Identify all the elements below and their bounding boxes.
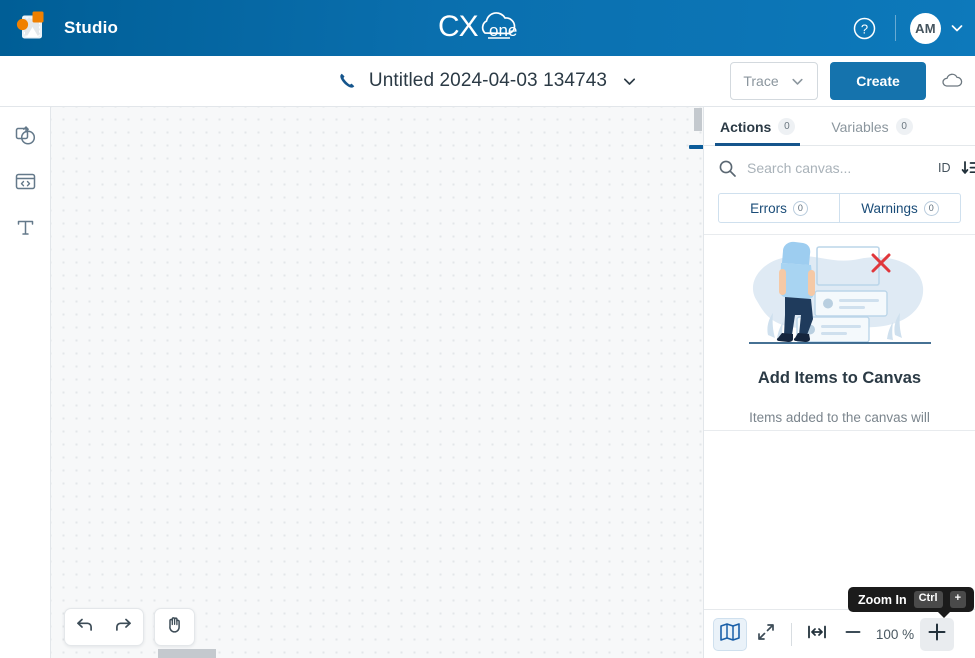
left-tool-rail: [0, 107, 51, 658]
text-t-icon: [14, 216, 37, 244]
panel-tabs: Actions 0 Variables 0: [704, 107, 975, 146]
zoom-divider: [791, 622, 792, 646]
app-header: Studio CX one ? AM: [0, 0, 975, 56]
page-title: Untitled 2024-04-03 134743: [368, 70, 608, 91]
zoom-toolbar: 100 % Zoom In Ctrl +: [704, 587, 975, 658]
fit-width-button[interactable]: [800, 618, 834, 651]
fit-width-icon: [806, 623, 828, 646]
right-side-panel: Actions 0 Variables 0 ID: [703, 107, 975, 658]
empty-state-description: Items added to the canvas will: [749, 410, 930, 425]
history-tool-card: [64, 608, 144, 646]
search-icon: [718, 159, 737, 178]
cloud-icon[interactable]: [940, 69, 964, 93]
tab-actions-label: Actions: [720, 118, 772, 135]
sort-descending-icon[interactable]: [961, 159, 975, 177]
chevron-down-icon[interactable]: [621, 73, 638, 90]
filter-warnings-button[interactable]: Warnings 0: [840, 193, 961, 223]
tooltip-key-plus: +: [949, 591, 966, 608]
hand-pan-icon: [164, 614, 185, 640]
minimap-button[interactable]: [713, 617, 747, 651]
filter-errors-label: Errors: [750, 200, 787, 216]
create-button[interactable]: Create: [830, 62, 926, 100]
empty-state-divider: [704, 430, 975, 431]
help-circle-icon[interactable]: ?: [847, 11, 881, 45]
minus-icon: [843, 622, 863, 647]
sort-field-label: ID: [938, 161, 951, 175]
tab-variables-label: Variables: [831, 118, 889, 135]
chevron-down-icon[interactable]: [949, 20, 965, 36]
empty-state: Add Items to Canvas Items added to the c…: [704, 234, 975, 431]
svg-text:CX: CX: [438, 10, 479, 43]
minimap-book-icon: [719, 622, 741, 647]
plus-icon: [926, 621, 948, 648]
tab-variables[interactable]: Variables 0: [826, 118, 917, 146]
filter-warnings-count: 0: [923, 200, 939, 216]
avatar[interactable]: AM: [910, 12, 941, 44]
person-empty-canvas-illustration: [735, 239, 945, 356]
undo-button[interactable]: [65, 609, 104, 645]
phone-icon: [337, 71, 357, 91]
zoom-in-button[interactable]: [920, 617, 954, 651]
canvas-vertical-scrollbar[interactable]: [694, 107, 703, 658]
undo-arrow-icon: [74, 614, 95, 640]
expand-arrows-icon: [756, 622, 776, 647]
app-name-label: Studio: [64, 18, 119, 37]
cxone-logo: CX one: [438, 8, 538, 49]
tooltip-arrow: [937, 611, 951, 618]
pan-button[interactable]: [155, 609, 194, 645]
header-center-group: CX one: [0, 0, 975, 56]
code-window-icon: [14, 170, 37, 198]
svg-text:one: one: [489, 21, 517, 40]
fullscreen-button[interactable]: [749, 618, 783, 651]
zoom-out-button[interactable]: [836, 618, 870, 651]
scrollbar-thumb[interactable]: [694, 108, 702, 131]
zoom-level-label: 100 %: [875, 626, 915, 642]
shapes-tool-button[interactable]: [8, 121, 42, 155]
search-input[interactable]: [747, 160, 928, 176]
search-row: ID: [704, 146, 975, 190]
filter-errors-count: 0: [792, 200, 808, 216]
filter-errors-button[interactable]: Errors 0: [718, 193, 840, 223]
tooltip-key-ctrl: Ctrl: [913, 591, 943, 608]
trace-label: Trace: [743, 73, 779, 89]
header-left-group: Studio: [0, 10, 118, 46]
header-right-group: ? AM: [847, 0, 965, 56]
chevron-down-icon: [790, 74, 805, 89]
trace-dropdown-button[interactable]: Trace: [730, 62, 818, 100]
text-tool-button[interactable]: [8, 213, 42, 247]
canvas-horizontal-scrollbar[interactable]: [158, 649, 216, 658]
redo-arrow-icon: [113, 614, 134, 640]
filter-warnings-label: Warnings: [861, 200, 918, 216]
pan-tool-card: [154, 608, 195, 646]
svg-text:?: ?: [860, 21, 867, 36]
tooltip-label: Zoom In: [858, 592, 907, 607]
empty-state-title: Add Items to Canvas: [757, 369, 922, 387]
tab-actions[interactable]: Actions 0: [715, 118, 801, 146]
canvas-bottom-tools: [64, 608, 195, 646]
header-divider: [895, 15, 896, 41]
zoom-in-tooltip: Zoom In Ctrl +: [848, 587, 974, 618]
redo-button[interactable]: [104, 609, 143, 645]
panel-resize-handle[interactable]: [689, 145, 703, 149]
shapes-icon: [14, 124, 37, 152]
tab-actions-count: 0: [778, 118, 796, 135]
tab-variables-count: 0: [895, 118, 913, 135]
studio-app-window: Studio CX one ? AM Untitled 2024-04-03 1…: [0, 0, 975, 658]
toolbar-actions: Trace Create: [730, 62, 964, 100]
issue-filter-segmented-control: Errors 0 Warnings 0: [718, 193, 961, 223]
script-toolbar: Untitled 2024-04-03 134743 Trace Create: [0, 56, 975, 107]
snippet-tool-button[interactable]: [8, 167, 42, 201]
script-canvas[interactable]: [51, 107, 703, 658]
studio-logo-icon: [13, 10, 51, 46]
